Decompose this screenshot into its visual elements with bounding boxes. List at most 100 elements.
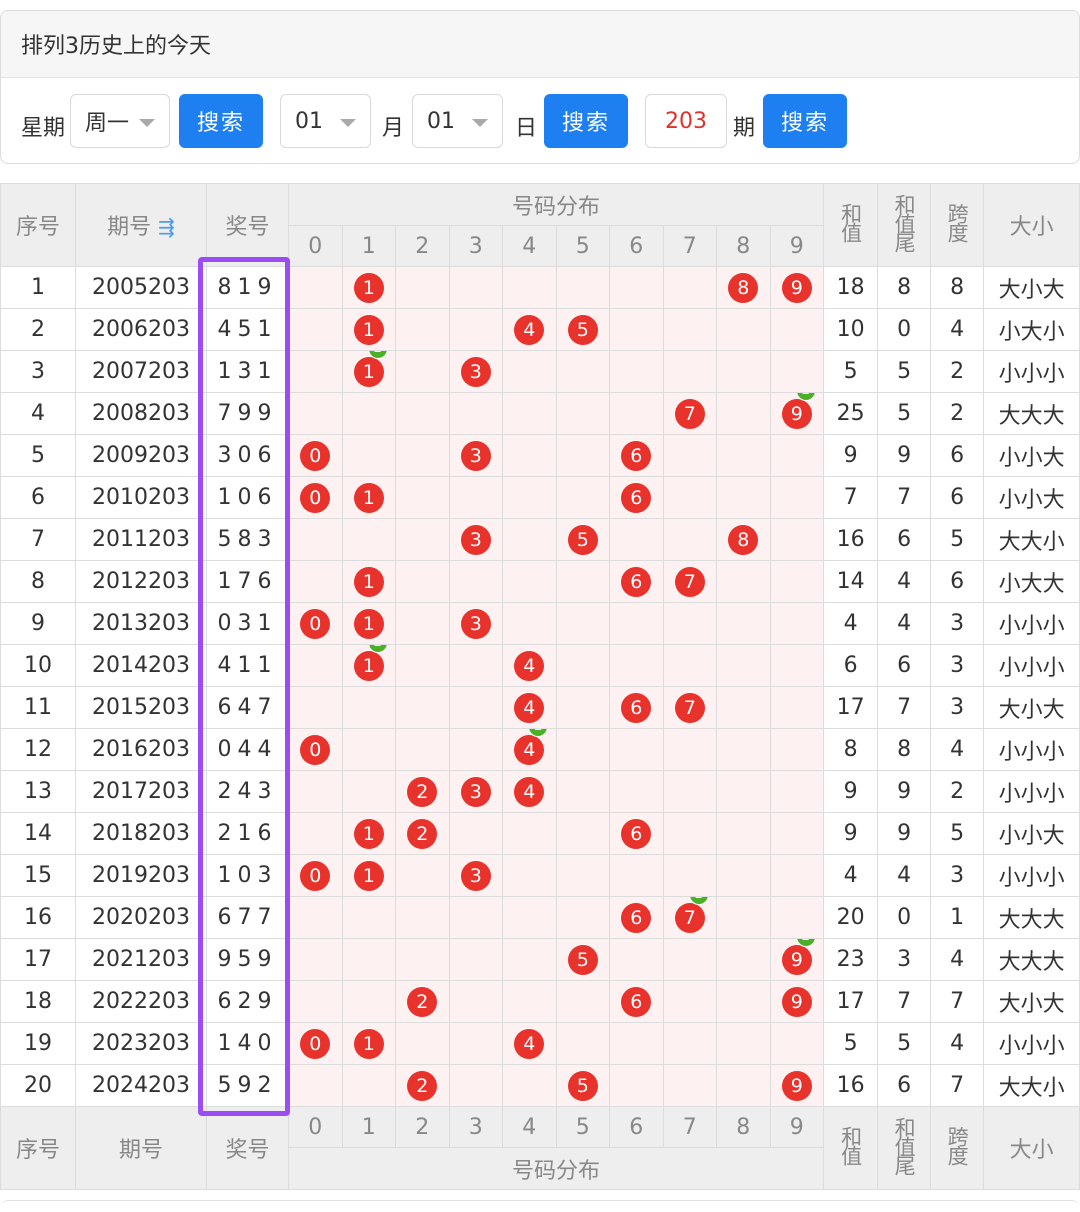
number-ball: 2 <box>407 776 438 807</box>
number-ball: 3 <box>460 524 491 555</box>
foot-digit-header-9: 9 <box>769 1106 825 1148</box>
row-sum: 23 <box>823 938 879 981</box>
row-sum-tail: 6 <box>877 518 932 561</box>
dist-cell-8 <box>716 728 771 771</box>
digit-header-4: 4 <box>502 225 557 267</box>
foot-digit-header-6: 6 <box>609 1106 664 1148</box>
row-index: 19 <box>0 1022 76 1065</box>
table-row: 15 2019203 103 0 1 3 4 4 3 小小小 <box>0 854 1080 897</box>
dist-cell-4 <box>502 854 557 897</box>
digit-header-9: 9 <box>769 225 825 267</box>
number-ball: 4 <box>514 776 545 807</box>
dist-cell-1: 1 <box>341 560 396 603</box>
row-sum-tail: 0 <box>877 308 932 351</box>
row-size: 小小小 <box>983 602 1080 645</box>
dist-cell-1: 1 <box>341 1022 396 1065</box>
number-ball: 1 <box>353 566 384 597</box>
dist-cell-3 <box>448 392 503 435</box>
row-size: 小大大 <box>983 560 1080 603</box>
filter-bar: 星期 周一 搜索 01 月 01 日 搜索 203 期 搜索 <box>1 78 1079 164</box>
col-header-size: 大小 <box>983 183 1080 267</box>
row-prize: 103 <box>206 854 289 897</box>
dist-cell-6 <box>609 392 664 435</box>
day-label: 日 <box>515 116 538 141</box>
issue-input[interactable]: 203 <box>645 94 727 148</box>
sort-icon[interactable]: ⇶ <box>158 215 175 239</box>
row-prize: 677 <box>206 896 289 939</box>
dist-cell-7 <box>662 308 717 351</box>
dist-cell-2 <box>395 728 450 771</box>
panel-title: 排列3历史上的今天 <box>1 11 1079 78</box>
month-select[interactable]: 01 <box>280 94 371 148</box>
dist-cell-8: 8 <box>716 518 771 561</box>
day-select[interactable]: 01 <box>412 94 503 148</box>
dist-cell-9: 9 <box>769 980 825 1023</box>
foot-header-size: 大小 <box>983 1106 1080 1190</box>
row-prize: 451 <box>206 308 289 351</box>
trend-table: 序号 期号 ⇶ 奖号 号码分布 和值 和值尾 跨度 大小 0123456789 … <box>0 183 1080 1190</box>
dist-cell-4 <box>502 476 557 519</box>
number-ball: 92 <box>781 939 816 975</box>
number-ball: 5 <box>567 524 598 555</box>
col-header-period[interactable]: 期号 ⇶ <box>75 183 207 267</box>
month-select-value: 01 <box>295 108 323 134</box>
week-search-button[interactable]: 搜索 <box>179 94 263 148</box>
number-ball: 2 <box>407 818 438 849</box>
row-sum-tail: 5 <box>877 392 932 435</box>
dist-cell-7 <box>662 1022 717 1065</box>
row-prize: 044 <box>206 728 289 771</box>
dist-cell-3 <box>448 686 503 729</box>
row-period: 2018203 <box>75 812 207 855</box>
week-select[interactable]: 周一 <box>70 94 170 148</box>
dist-cell-6: 6 <box>609 896 664 939</box>
row-index: 18 <box>0 980 76 1023</box>
row-period: 2006203 <box>75 308 207 351</box>
row-size: 大大大 <box>983 392 1080 435</box>
row-period: 2007203 <box>75 350 207 393</box>
dist-cell-9 <box>769 476 825 519</box>
row-size: 小小小 <box>983 854 1080 897</box>
dist-cell-9 <box>769 644 825 687</box>
dist-cell-8 <box>716 560 771 603</box>
foot-digit-header-8: 8 <box>716 1106 771 1148</box>
digit-header-8: 8 <box>716 225 771 267</box>
dist-cell-0 <box>288 392 343 435</box>
date-search-button[interactable]: 搜索 <box>544 94 628 148</box>
row-size: 小小大 <box>983 476 1080 519</box>
dist-cell-5 <box>555 476 610 519</box>
row-index: 14 <box>0 812 76 855</box>
row-size: 大大小 <box>983 1064 1080 1107</box>
dist-cell-6 <box>609 266 664 309</box>
dist-cell-3 <box>448 812 503 855</box>
dist-cell-4 <box>502 350 557 393</box>
table-row: 102014203411124663小小小 <box>0 644 1080 687</box>
dist-cell-2 <box>395 308 450 351</box>
row-sum-tail: 4 <box>877 602 932 645</box>
dist-cell-1 <box>341 1064 396 1107</box>
dist-cell-8 <box>716 308 771 351</box>
row-index: 15 <box>0 854 76 897</box>
dist-cell-0: 0 <box>288 854 343 897</box>
dist-cell-0: 0 <box>288 434 343 477</box>
dist-cell-2 <box>395 854 450 897</box>
dist-cell-7: 7 <box>662 560 717 603</box>
number-ball: 6 <box>621 986 652 1017</box>
dist-cell-7 <box>662 1064 717 1107</box>
table-row: 5 2009203 306 0 3 6 9 9 6 小小大 <box>0 434 1080 477</box>
number-ball: 1 <box>353 272 384 303</box>
row-index: 5 <box>0 434 76 477</box>
row-size: 小小大 <box>983 434 1080 477</box>
dist-cell-2 <box>395 560 450 603</box>
dist-cell-9 <box>769 518 825 561</box>
month-label: 月 <box>382 116 405 141</box>
number-ball: 9 <box>781 1070 812 1101</box>
row-prize: 306 <box>206 434 289 477</box>
dist-cell-6 <box>609 728 664 771</box>
dist-cell-7 <box>662 434 717 477</box>
row-prize: 176 <box>206 560 289 603</box>
issue-search-button[interactable]: 搜索 <box>763 94 847 148</box>
row-period: 2011203 <box>75 518 207 561</box>
dist-cell-8 <box>716 1064 771 1107</box>
foot-header-span: 跨度 <box>930 1106 985 1190</box>
row-span: 3 <box>930 854 985 897</box>
